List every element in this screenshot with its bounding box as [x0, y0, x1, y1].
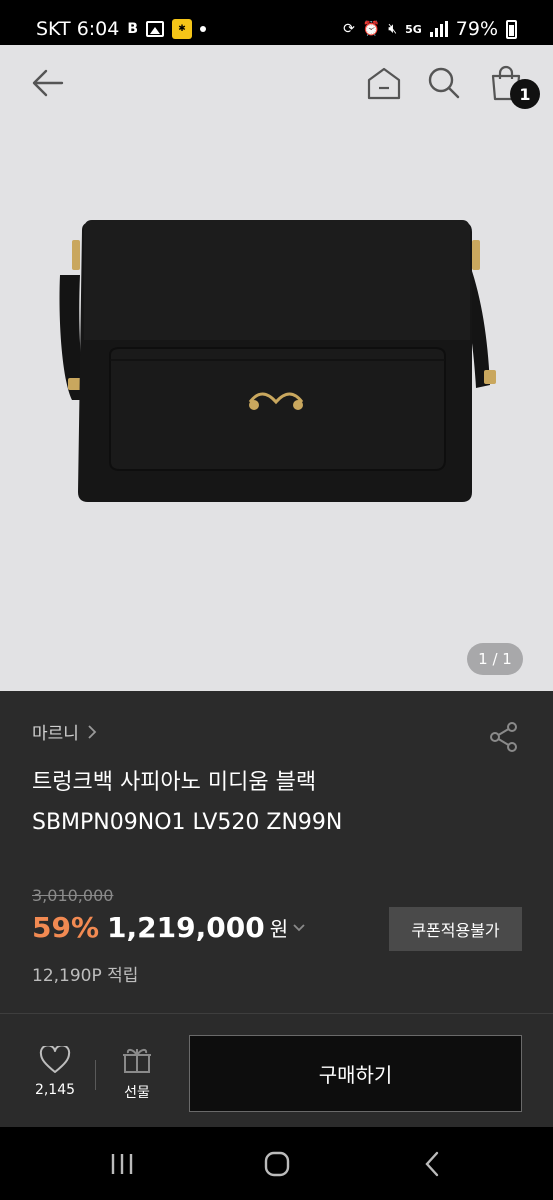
divider	[95, 1060, 96, 1090]
sale-price: 1,219,000	[107, 911, 265, 944]
chevron-down-icon	[293, 923, 305, 931]
image-pager: 1 / 1	[467, 643, 523, 675]
recent-apps-icon	[111, 1154, 133, 1174]
product-info: 마르니 트렁크백 사피아노 미디움 블랙 SBMPN09NO1 LV520 ZN…	[0, 691, 553, 1013]
buy-button[interactable]: 구매하기	[189, 1035, 522, 1112]
bixby-icon: B	[127, 21, 139, 37]
app-notification-icon: ✱	[172, 19, 193, 39]
like-button[interactable]: 2,145	[30, 1046, 80, 1106]
alarm-icon: ⏰	[362, 21, 381, 37]
like-count: 2,145	[34, 1082, 76, 1098]
reward-points: 12,190P 적립	[32, 966, 139, 986]
currency-label: 원	[269, 917, 289, 941]
product-bag-image[interactable]	[50, 170, 510, 510]
carrier-time: SKT 6:04	[36, 18, 120, 40]
gallery-icon	[146, 21, 165, 37]
more-notifications-icon	[200, 26, 207, 32]
back-chevron-icon	[425, 1151, 439, 1177]
search-icon	[428, 67, 460, 99]
coupon-button[interactable]: 쿠폰적용불가	[389, 907, 522, 951]
home-button[interactable]	[362, 61, 406, 105]
brand-name: 마르니	[32, 724, 79, 744]
system-nav-bar	[0, 1127, 553, 1200]
gift-button[interactable]: 선물	[112, 1046, 162, 1106]
home-circle-icon	[264, 1151, 290, 1177]
back-nav-button[interactable]	[412, 1149, 452, 1179]
home-icon	[367, 67, 401, 100]
top-nav: 1	[0, 45, 553, 125]
back-button[interactable]	[25, 61, 69, 105]
gift-label: 선물	[124, 1085, 150, 1101]
share-button[interactable]	[488, 721, 520, 753]
heart-icon	[39, 1046, 71, 1073]
price-row[interactable]: 59% 1,219,000 원	[32, 911, 306, 944]
product-image-area: 1 1 / 1	[0, 45, 553, 691]
brand-link[interactable]: 마르니	[32, 719, 97, 744]
home-nav-button[interactable]	[257, 1149, 297, 1179]
sync-icon: ⟳	[343, 21, 355, 37]
status-right: ⟳ ⏰ 🔇︎ 5G 79%	[343, 18, 517, 40]
cart-count-badge: 1	[510, 79, 540, 109]
gift-icon	[123, 1048, 151, 1073]
status-left: SKT 6:04 B ✱	[36, 18, 207, 40]
network-type: 5G	[405, 22, 422, 36]
recent-apps-button[interactable]	[102, 1149, 142, 1179]
battery-percent: 79%	[455, 18, 498, 40]
arrow-left-icon	[32, 69, 64, 97]
product-title-line2: SBMPN09NO1 LV520 ZN99N	[32, 810, 343, 835]
product-title: 트렁크백 사피아노 미디움 블랙 SBMPN09NO1 LV520 ZN99N	[32, 763, 512, 843]
discount-rate: 59%	[32, 911, 100, 944]
bottom-action-bar: 2,145 선물 구매하기	[0, 1013, 553, 1127]
battery-icon	[506, 19, 517, 39]
signal-icon	[429, 21, 448, 37]
chevron-right-icon	[88, 724, 97, 739]
search-button[interactable]	[422, 61, 466, 105]
share-icon	[490, 722, 517, 752]
original-price: 3,010,000	[32, 886, 114, 905]
product-title-line1: 트렁크백 사피아노 미디움 블랙	[32, 770, 317, 795]
mute-icon: 🔇︎	[388, 21, 398, 37]
